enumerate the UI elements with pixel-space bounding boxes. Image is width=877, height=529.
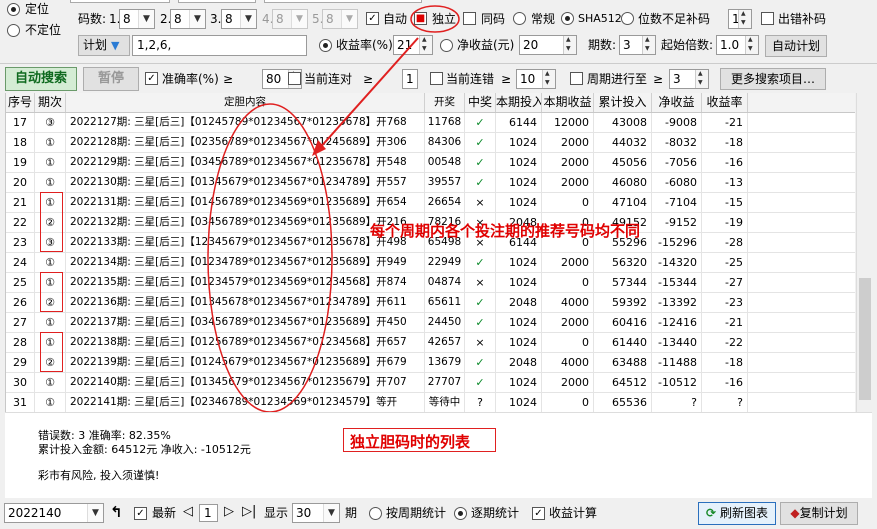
refresh-chart-button[interactable]: ⟳ 刷新图表 xyxy=(698,502,776,525)
independent-option-ellipse xyxy=(410,5,460,33)
summary-error-accuracy: 错误数: 3 准确率: 82.35% xyxy=(38,429,171,442)
next-page-icon[interactable]: ▷ xyxy=(224,504,234,520)
page-input[interactable]: 1 xyxy=(199,504,218,522)
latest-checkbox[interactable]: ✓ xyxy=(134,507,147,520)
chevron-down-icon: ▼ xyxy=(323,504,339,522)
by-period-radio[interactable] xyxy=(454,507,467,520)
summary-invest-net: 累计投入金额: 64512元 净收入: -10512元 xyxy=(38,443,251,456)
show-label: 显示 xyxy=(264,506,289,520)
annotation-arrow-line xyxy=(317,37,419,151)
chevron-down-icon: ▼ xyxy=(87,504,103,522)
refresh-icon: ⟳ xyxy=(706,506,717,520)
summary-panel: 错误数: 3 准确率: 82.35% 累计投入金额: 64512元 净收入: -… xyxy=(5,412,872,498)
return-icon[interactable]: ↰ xyxy=(110,504,123,520)
copy-plan-button[interactable]: ◆复制计划 xyxy=(780,502,858,525)
period-unit-label: 期 xyxy=(345,506,358,520)
by-period-label: 逐期统计 xyxy=(471,506,520,520)
annotation-note-different-numbers: 每个周期内各个投注期的推荐号码均不同 xyxy=(370,222,641,240)
copy-icon: ◆ xyxy=(790,506,800,520)
prev-page-icon[interactable]: ◁ xyxy=(183,504,193,520)
bottom-toolbar: 2022140 ▼ ↰ ✓ 最新 ◁ 1 ▷ ▷| 显示 30 ▼ 期 按周期统计 … xyxy=(0,498,877,529)
income-calc-label: 收益计算 xyxy=(549,506,598,520)
latest-label: 最新 xyxy=(152,506,177,520)
summary-risk-warning: 彩市有风险, 投入须谨慎! xyxy=(38,469,160,482)
period-select[interactable]: 2022140 ▼ xyxy=(4,503,104,523)
by-cycle-radio[interactable] xyxy=(369,507,382,520)
annotation-note-list: 独立胆码时的列表 xyxy=(350,433,471,451)
last-page-icon[interactable]: ▷| xyxy=(242,504,256,520)
income-calc-checkbox[interactable]: ✓ xyxy=(532,507,545,520)
by-cycle-label: 按周期统计 xyxy=(386,506,447,520)
content-column-ellipse xyxy=(207,103,333,413)
show-count-select[interactable]: 30 ▼ xyxy=(292,503,340,523)
